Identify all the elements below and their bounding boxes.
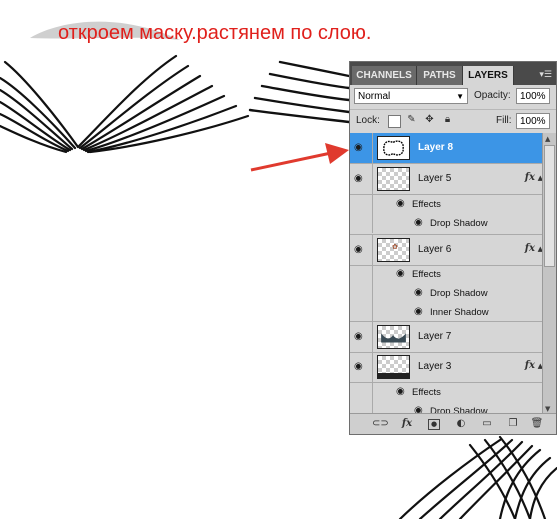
fx-icon[interactable]: fx (525, 360, 535, 371)
layer-row[interactable]: ◉ Layer 8 (350, 133, 543, 164)
eye-icon[interactable]: ◉ (414, 287, 423, 298)
tab-layers[interactable]: LAYERS (463, 66, 514, 85)
fill-input[interactable]: 100% (516, 113, 550, 129)
panel-footer: ⊂⊃ fx ● ◐ ▭ ❐ 🗑︎ (350, 413, 556, 434)
effect-item[interactable]: ◉ Inner Shadow (350, 303, 543, 322)
scroll-up-icon[interactable]: ▲ (545, 135, 550, 143)
eye-icon[interactable]: ◉ (414, 306, 423, 317)
effects-row[interactable]: ◉ Effects (350, 195, 543, 214)
layer-row[interactable]: ◉ Layer 7 (350, 321, 543, 353)
panel-menu-icon[interactable]: ▾☰ (539, 70, 552, 80)
effects-label: Effects (412, 269, 441, 280)
fx-icon[interactable]: fx (525, 243, 535, 254)
link-icon[interactable]: ⊂⊃ (372, 417, 389, 430)
lock-position-icon[interactable]: ✥ (424, 114, 435, 125)
layers-panel: CHANNELS PATHS LAYERS ▾☰ Normal ▼ Opacit… (349, 61, 557, 435)
effect-item[interactable]: ◉ Drop Shadow (350, 284, 543, 303)
layers-scrollbar[interactable]: ▲ ▼ (542, 133, 556, 415)
eye-icon: ◉ (354, 244, 363, 255)
visibility-toggle[interactable]: ◉ (350, 352, 373, 382)
visibility-toggle[interactable]: ◉ (350, 322, 373, 352)
group-folder-icon[interactable]: ▭ (480, 417, 494, 430)
fx-icon[interactable]: fx (525, 172, 535, 183)
visibility-toggle[interactable]: ◉ (350, 133, 373, 163)
layer-row[interactable]: ◉ Layer 3 fx ▲ (350, 352, 543, 383)
layer-thumbnail (377, 167, 410, 191)
chevron-down-icon: ▼ (456, 92, 464, 101)
effects-row[interactable]: ◉ Effects (350, 265, 543, 284)
layer-thumbnail: ✿ (377, 238, 410, 262)
new-layer-icon[interactable]: ❐ (506, 417, 520, 430)
layer-name: Layer 8 (418, 142, 454, 153)
adjustment-icon[interactable]: ◐ (454, 417, 468, 430)
effect-name: Inner Shadow (430, 307, 489, 318)
panel-tab-bar: CHANNELS PATHS LAYERS ▾☰ (350, 62, 556, 85)
eye-icon: ◉ (354, 331, 363, 342)
eye-icon[interactable]: ◉ (396, 198, 405, 209)
mask-icon[interactable]: ● (428, 419, 440, 430)
effects-label: Effects (412, 387, 441, 398)
lock-label: Lock: (356, 115, 380, 126)
eye-icon: ◉ (354, 142, 363, 153)
tab-paths[interactable]: PATHS (417, 66, 463, 85)
effect-name: Drop Shadow (430, 288, 488, 299)
effect-name: Drop Shadow (430, 218, 488, 229)
layer-row[interactable]: ◉ Layer 5 fx ▲ (350, 164, 543, 195)
layer-name: Layer 5 (418, 173, 452, 184)
blend-mode-select[interactable]: Normal ▼ (354, 88, 468, 104)
layer-name: Layer 6 (418, 244, 452, 255)
visibility-toggle[interactable]: ◉ (350, 164, 373, 194)
effects-label: Effects (412, 199, 441, 210)
lock-brush-icon[interactable]: ✎ (406, 114, 417, 125)
red-arrow-annotation (250, 143, 349, 172)
opacity-label: Opacity: (474, 90, 511, 101)
opacity-input[interactable]: 100% (516, 88, 550, 104)
flower-icon: ✿ (392, 243, 398, 251)
effect-item[interactable]: ◉ Drop Shadow (350, 214, 543, 233)
eye-icon[interactable]: ◉ (396, 386, 405, 397)
layer-name: Layer 7 (418, 331, 452, 342)
caption-text: откроем маску.растянем по слою. (58, 22, 372, 44)
lock-all-icon[interactable]: 🔒︎ (442, 114, 453, 125)
eye-icon: ◉ (354, 361, 363, 372)
eye-icon[interactable]: ◉ (414, 217, 423, 228)
effects-row[interactable]: ◉ Effects (350, 383, 543, 402)
tab-channels[interactable]: CHANNELS (352, 66, 417, 85)
eye-icon: ◉ (354, 173, 363, 184)
visibility-toggle[interactable]: ◉ (350, 235, 373, 265)
lock-transparency-icon[interactable] (388, 115, 401, 128)
layer-mask-thumbnail (377, 136, 410, 160)
layer-thumbnail (377, 325, 410, 349)
scrollbar-thumb[interactable] (544, 145, 555, 267)
layer-name: Layer 3 (418, 361, 452, 372)
trash-icon[interactable]: 🗑︎ (530, 417, 544, 430)
fx-icon[interactable]: fx (400, 417, 414, 430)
layer-thumbnail (377, 355, 410, 379)
blend-mode-value: Normal (358, 91, 391, 102)
fill-label: Fill: (496, 115, 512, 126)
layer-row[interactable]: ◉ ✿ Layer 6 fx ▲ (350, 234, 543, 266)
layers-list: ◉ Layer 8 ◉ Layer 5 fx ▲ ◉ Effects ◉ Dro… (350, 133, 543, 415)
scroll-down-icon[interactable]: ▼ (545, 405, 550, 413)
eye-icon[interactable]: ◉ (396, 268, 405, 279)
